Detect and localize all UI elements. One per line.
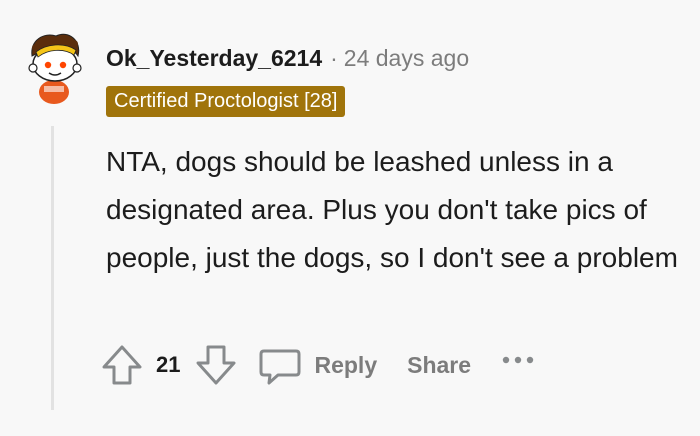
user-flair: Certified Proctologist [28] [106, 86, 346, 117]
reply-label: Reply [314, 351, 378, 378]
user-avatar[interactable] [22, 28, 86, 106]
meta-separator: · [330, 45, 338, 71]
comment-meta: Ok_Yesterday_6214 · 24 days ago [106, 44, 469, 72]
upvote-arrow-icon[interactable] [100, 343, 144, 387]
reply-button[interactable]: Reply [258, 343, 377, 387]
username[interactable]: Ok_Yesterday_6214 [106, 45, 322, 71]
ellipsis-icon[interactable] [501, 350, 535, 370]
timestamp[interactable]: 24 days ago [344, 45, 469, 71]
snoo-avatar-icon [28, 33, 82, 104]
speech-bubble-icon [258, 343, 302, 387]
comment-body: NTA, dogs should be leashed unless in a … [106, 146, 678, 273]
vote-count: 21 [156, 352, 181, 377]
thread-line[interactable] [51, 126, 54, 410]
share-button[interactable]: Share [407, 352, 471, 379]
comment: Ok_Yesterday_6214 · 24 days ago Certified … [0, 0, 700, 436]
downvote-arrow-icon[interactable] [194, 343, 238, 387]
comment-actions: 21 Reply Share [100, 340, 535, 390]
